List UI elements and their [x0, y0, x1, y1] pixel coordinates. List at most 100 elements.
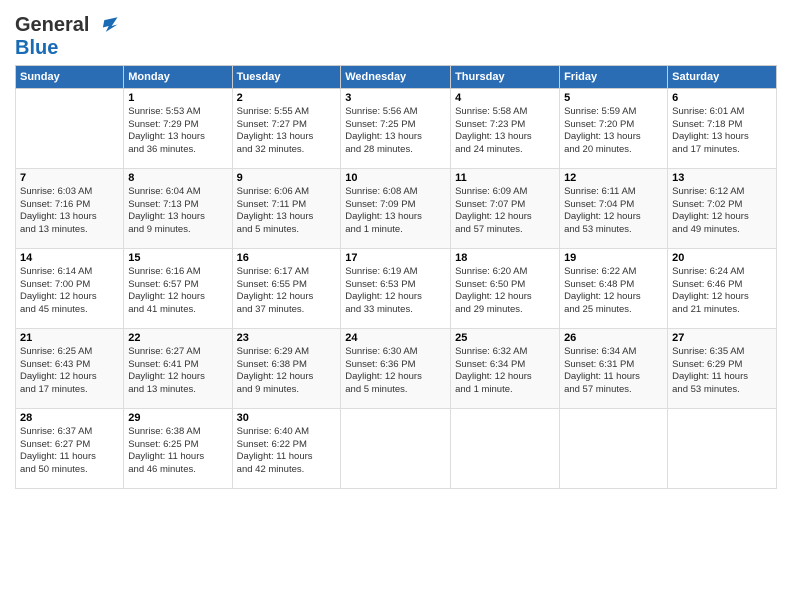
weekday-header-tuesday: Tuesday: [232, 65, 341, 88]
day-info: Sunrise: 6:27 AM Sunset: 6:41 PM Dayligh…: [128, 346, 227, 397]
calendar-cell: 7 Sunrise: 6:03 AM Sunset: 7:16 PM Daylig…: [16, 168, 124, 248]
day-info: Sunrise: 6:35 AM Sunset: 6:29 PM Dayligh…: [672, 346, 772, 397]
day-number: 17: [345, 252, 446, 264]
day-info: Sunrise: 6:20 AM Sunset: 6:50 PM Dayligh…: [455, 266, 555, 317]
weekday-header-sunday: Sunday: [16, 65, 124, 88]
day-info: Sunrise: 5:53 AM Sunset: 7:29 PM Dayligh…: [128, 106, 227, 157]
day-info: Sunrise: 6:14 AM Sunset: 7:00 PM Dayligh…: [20, 266, 119, 317]
calendar-cell: 12 Sunrise: 6:11 AM Sunset: 7:04 PM Dayli…: [560, 168, 668, 248]
calendar-cell: 15 Sunrise: 6:16 AM Sunset: 6:57 PM Dayli…: [124, 248, 232, 328]
calendar-cell: 17 Sunrise: 6:19 AM Sunset: 6:53 PM Dayli…: [341, 248, 451, 328]
calendar-cell: 4 Sunrise: 5:58 AM Sunset: 7:23 PM Daylig…: [451, 88, 560, 168]
calendar-cell: 21 Sunrise: 6:25 AM Sunset: 6:43 PM Dayli…: [16, 328, 124, 408]
day-info: Sunrise: 5:55 AM Sunset: 7:27 PM Dayligh…: [237, 106, 337, 157]
day-number: 30: [237, 412, 337, 424]
weekday-header-friday: Friday: [560, 65, 668, 88]
calendar-week-row: 7 Sunrise: 6:03 AM Sunset: 7:16 PM Daylig…: [16, 168, 777, 248]
calendar-cell: 26Sunrise: 6:34 AM Sunset: 6:31 PM Dayli…: [560, 328, 668, 408]
calendar-cell: 29 Sunrise: 6:38 AM Sunset: 6:25 PM Dayli…: [124, 408, 232, 488]
day-info: Sunrise: 6:30 AM Sunset: 6:36 PM Dayligh…: [345, 346, 446, 397]
day-number: 9: [237, 172, 337, 184]
day-number: 25: [455, 332, 555, 344]
calendar-cell: [668, 408, 777, 488]
calendar-week-row: 21 Sunrise: 6:25 AM Sunset: 6:43 PM Dayli…: [16, 328, 777, 408]
calendar-cell: [560, 408, 668, 488]
day-number: 4: [455, 92, 555, 104]
day-info: Sunrise: 6:08 AM Sunset: 7:09 PM Dayligh…: [345, 186, 446, 237]
calendar-cell: [451, 408, 560, 488]
day-info: Sunrise: 5:58 AM Sunset: 7:23 PM Dayligh…: [455, 106, 555, 157]
calendar-cell: 27 Sunrise: 6:35 AM Sunset: 6:29 PM Dayli…: [668, 328, 777, 408]
calendar-cell: [16, 88, 124, 168]
day-number: 23: [237, 332, 337, 344]
day-info: Sunrise: 6:09 AM Sunset: 7:07 PM Dayligh…: [455, 186, 555, 237]
day-number: 8: [128, 172, 227, 184]
calendar-cell: 19Sunrise: 6:22 AM Sunset: 6:48 PM Dayli…: [560, 248, 668, 328]
day-info: Sunrise: 6:04 AM Sunset: 7:13 PM Dayligh…: [128, 186, 227, 237]
calendar-week-row: 14 Sunrise: 6:14 AM Sunset: 7:00 PM Dayli…: [16, 248, 777, 328]
day-number: 27: [672, 332, 772, 344]
day-number: 20: [672, 252, 772, 264]
calendar-cell: 28Sunrise: 6:37 AM Sunset: 6:27 PM Dayli…: [16, 408, 124, 488]
day-info: Sunrise: 6:29 AM Sunset: 6:38 PM Dayligh…: [237, 346, 337, 397]
weekday-header-wednesday: Wednesday: [341, 65, 451, 88]
day-info: Sunrise: 6:11 AM Sunset: 7:04 PM Dayligh…: [564, 186, 663, 237]
day-number: 21: [20, 332, 119, 344]
calendar-cell: [341, 408, 451, 488]
day-number: 10: [345, 172, 446, 184]
calendar-cell: 3 Sunrise: 5:56 AM Sunset: 7:25 PM Daylig…: [341, 88, 451, 168]
calendar-cell: 16Sunrise: 6:17 AM Sunset: 6:55 PM Dayli…: [232, 248, 341, 328]
calendar-cell: 30 Sunrise: 6:40 AM Sunset: 6:22 PM Dayli…: [232, 408, 341, 488]
day-number: 16: [237, 252, 337, 264]
header: General Blue: [15, 10, 777, 59]
calendar-cell: 13Sunrise: 6:12 AM Sunset: 7:02 PM Dayli…: [668, 168, 777, 248]
day-info: Sunrise: 6:12 AM Sunset: 7:02 PM Dayligh…: [672, 186, 772, 237]
weekday-header-saturday: Saturday: [668, 65, 777, 88]
day-info: Sunrise: 5:59 AM Sunset: 7:20 PM Dayligh…: [564, 106, 663, 157]
day-number: 7: [20, 172, 119, 184]
day-info: Sunrise: 6:01 AM Sunset: 7:18 PM Dayligh…: [672, 106, 772, 157]
day-info: Sunrise: 6:06 AM Sunset: 7:11 PM Dayligh…: [237, 186, 337, 237]
weekday-header-row: SundayMondayTuesdayWednesdayThursdayFrid…: [16, 65, 777, 88]
calendar-cell: 24Sunrise: 6:30 AM Sunset: 6:36 PM Dayli…: [341, 328, 451, 408]
day-number: 12: [564, 172, 663, 184]
day-info: Sunrise: 5:56 AM Sunset: 7:25 PM Dayligh…: [345, 106, 446, 157]
calendar-cell: 1Sunrise: 5:53 AM Sunset: 7:29 PM Daylig…: [124, 88, 232, 168]
day-number: 11: [455, 172, 555, 184]
calendar-cell: 25 Sunrise: 6:32 AM Sunset: 6:34 PM Dayli…: [451, 328, 560, 408]
day-info: Sunrise: 6:32 AM Sunset: 6:34 PM Dayligh…: [455, 346, 555, 397]
logo: General Blue: [15, 14, 119, 59]
day-info: Sunrise: 6:37 AM Sunset: 6:27 PM Dayligh…: [20, 426, 119, 477]
day-number: 26: [564, 332, 663, 344]
calendar-cell: 8 Sunrise: 6:04 AM Sunset: 7:13 PM Daylig…: [124, 168, 232, 248]
day-number: 22: [128, 332, 227, 344]
day-number: 29: [128, 412, 227, 424]
day-number: 6: [672, 92, 772, 104]
day-number: 18: [455, 252, 555, 264]
calendar-cell: 5Sunrise: 5:59 AM Sunset: 7:20 PM Daylig…: [560, 88, 668, 168]
calendar-week-row: 28Sunrise: 6:37 AM Sunset: 6:27 PM Dayli…: [16, 408, 777, 488]
day-number: 2: [237, 92, 337, 104]
logo-text: General Blue: [15, 14, 119, 59]
calendar-cell: 18 Sunrise: 6:20 AM Sunset: 6:50 PM Dayli…: [451, 248, 560, 328]
day-info: Sunrise: 6:22 AM Sunset: 6:48 PM Dayligh…: [564, 266, 663, 317]
calendar-cell: 10 Sunrise: 6:08 AM Sunset: 7:09 PM Dayli…: [341, 168, 451, 248]
logo-bird-icon: [97, 15, 119, 37]
day-number: 3: [345, 92, 446, 104]
page-container: General Blue SundayMondayTuesdayWednesda…: [0, 0, 792, 499]
calendar-cell: 6 Sunrise: 6:01 AM Sunset: 7:18 PM Daylig…: [668, 88, 777, 168]
day-number: 15: [128, 252, 227, 264]
calendar-cell: 23 Sunrise: 6:29 AM Sunset: 6:38 PM Dayli…: [232, 328, 341, 408]
day-number: 14: [20, 252, 119, 264]
day-info: Sunrise: 6:16 AM Sunset: 6:57 PM Dayligh…: [128, 266, 227, 317]
day-info: Sunrise: 6:25 AM Sunset: 6:43 PM Dayligh…: [20, 346, 119, 397]
day-info: Sunrise: 6:40 AM Sunset: 6:22 PM Dayligh…: [237, 426, 337, 477]
calendar-cell: 14 Sunrise: 6:14 AM Sunset: 7:00 PM Dayli…: [16, 248, 124, 328]
day-info: Sunrise: 6:19 AM Sunset: 6:53 PM Dayligh…: [345, 266, 446, 317]
calendar-cell: 20Sunrise: 6:24 AM Sunset: 6:46 PM Dayli…: [668, 248, 777, 328]
day-info: Sunrise: 6:38 AM Sunset: 6:25 PM Dayligh…: [128, 426, 227, 477]
day-info: Sunrise: 6:03 AM Sunset: 7:16 PM Dayligh…: [20, 186, 119, 237]
calendar-cell: 22 Sunrise: 6:27 AM Sunset: 6:41 PM Dayli…: [124, 328, 232, 408]
calendar-table: SundayMondayTuesdayWednesdayThursdayFrid…: [15, 65, 777, 489]
weekday-header-monday: Monday: [124, 65, 232, 88]
